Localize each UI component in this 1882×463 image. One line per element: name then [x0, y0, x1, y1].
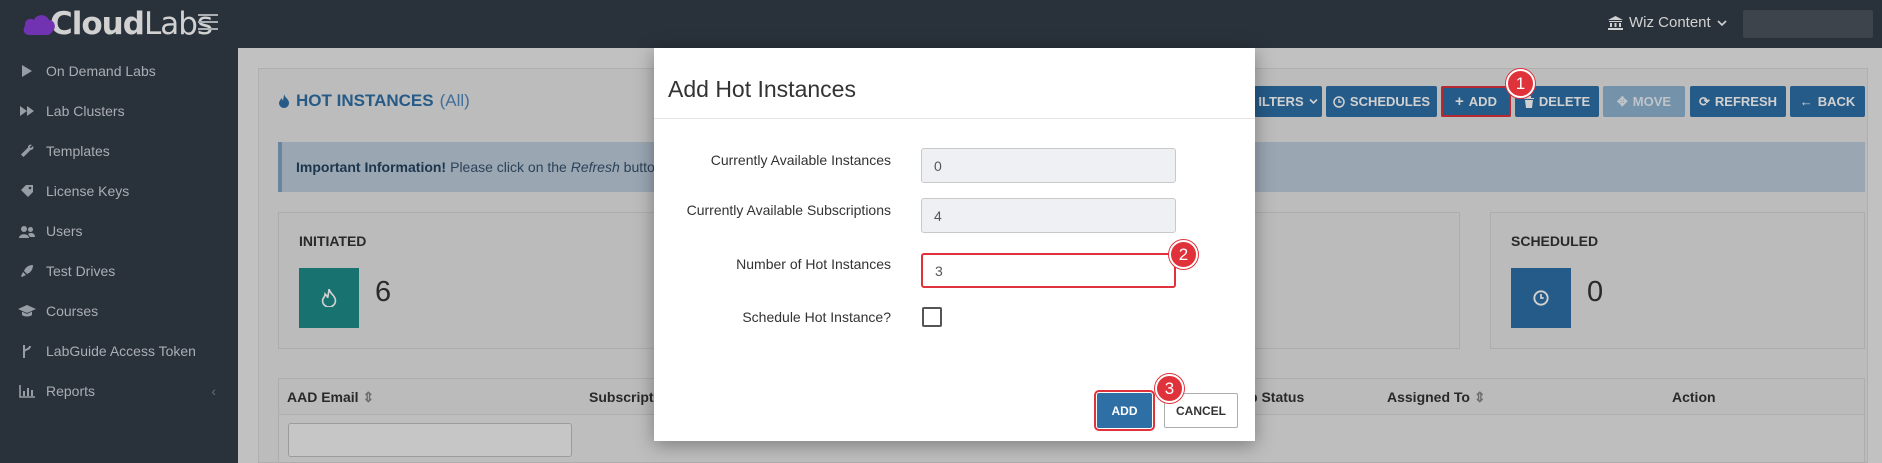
- step-marker-1: 1: [1506, 69, 1535, 98]
- available-subscriptions-field: 4: [921, 198, 1176, 233]
- modal-divider: [654, 118, 1255, 119]
- available-instances-field: 0: [921, 148, 1176, 183]
- available-subscriptions-label: Currently Available Subscriptions: [686, 202, 891, 218]
- modal-add-button[interactable]: ADD: [1094, 390, 1155, 431]
- step-marker-2: 2: [1169, 240, 1198, 269]
- available-instances-label: Currently Available Instances: [710, 152, 891, 168]
- modal-title: Add Hot Instances: [668, 76, 856, 102]
- schedule-hot-instance-checkbox[interactable]: [922, 307, 942, 327]
- number-of-hot-instances-label: Number of Hot Instances: [736, 256, 891, 272]
- step-marker-3: 3: [1155, 374, 1184, 403]
- schedule-hot-instance-label: Schedule Hot Instance?: [742, 309, 891, 325]
- number-of-hot-instances-input[interactable]: 3: [921, 253, 1176, 288]
